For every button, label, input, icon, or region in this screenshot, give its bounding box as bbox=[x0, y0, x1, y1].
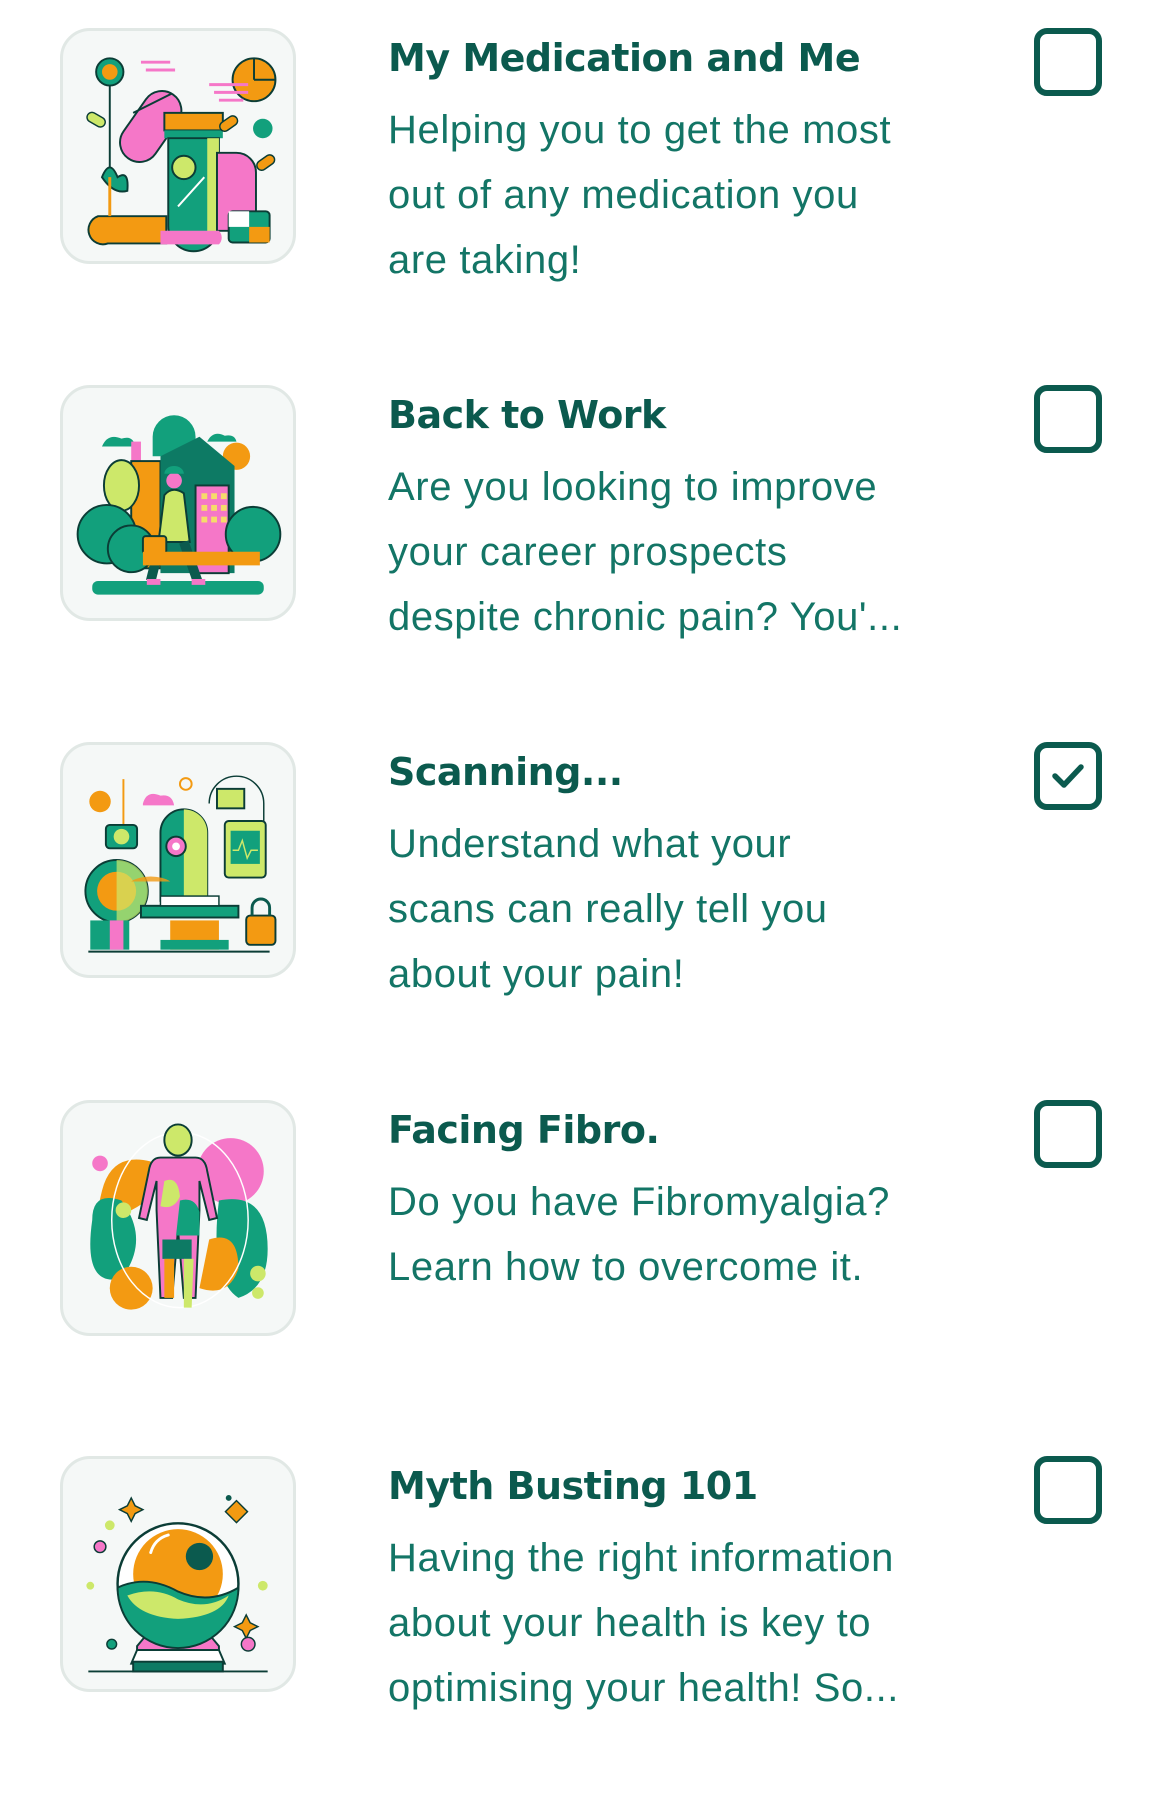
course-item-myth-busting[interactable]: Myth Busting 101 Having the right inform… bbox=[0, 1456, 1170, 1796]
course-description: Do you have Fibromyalgia? Learn how to o… bbox=[388, 1180, 890, 1289]
course-title: My Medication and Me bbox=[388, 36, 861, 80]
course-text: Back to Work Are you looking to improve … bbox=[388, 385, 968, 650]
course-checkbox[interactable] bbox=[1034, 742, 1102, 810]
course-description: Helping you to get the most out of any m… bbox=[388, 108, 892, 282]
course-title: Scanning... bbox=[388, 750, 623, 794]
course-checkbox[interactable] bbox=[1034, 28, 1102, 96]
course-text: Scanning... Understand what your scans c… bbox=[388, 742, 968, 1007]
course-title: Myth Busting 101 bbox=[388, 1464, 758, 1508]
course-checkbox[interactable] bbox=[1034, 385, 1102, 453]
course-checkbox[interactable] bbox=[1034, 1456, 1102, 1524]
course-text: My Medication and Me Helping you to get … bbox=[388, 28, 968, 293]
scanner-illustration bbox=[60, 742, 296, 978]
course-item-scanning[interactable]: Scanning... Understand what your scans c… bbox=[0, 742, 1170, 1082]
course-description: Understand what your scans can really te… bbox=[388, 822, 828, 996]
course-text: Facing Fibro. Do you have Fibromyalgia? … bbox=[388, 1100, 968, 1300]
checkmark-icon bbox=[1052, 764, 1084, 788]
course-checkbox[interactable] bbox=[1034, 1100, 1102, 1168]
medication-illustration bbox=[60, 28, 296, 264]
crystal-ball-illustration bbox=[60, 1456, 296, 1692]
course-item-back-to-work[interactable]: Back to Work Are you looking to improve … bbox=[0, 385, 1170, 725]
course-item-facing-fibro[interactable]: Facing Fibro. Do you have Fibromyalgia? … bbox=[0, 1100, 1170, 1440]
course-description: Having the right information about your … bbox=[388, 1536, 899, 1710]
course-title: Back to Work bbox=[388, 393, 666, 437]
course-text: Myth Busting 101 Having the right inform… bbox=[388, 1456, 968, 1721]
work-commute-illustration bbox=[60, 385, 296, 621]
body-figure-illustration bbox=[60, 1100, 296, 1336]
course-title: Facing Fibro. bbox=[388, 1108, 660, 1152]
course-item-my-medication[interactable]: My Medication and Me Helping you to get … bbox=[0, 28, 1170, 368]
course-description: Are you looking to improve your career p… bbox=[388, 465, 903, 639]
